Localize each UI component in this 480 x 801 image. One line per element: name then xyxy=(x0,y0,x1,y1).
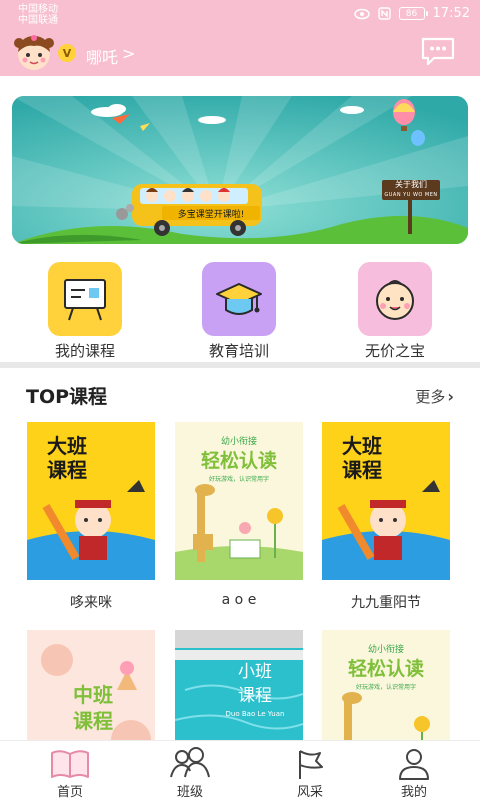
category-education-training[interactable]: 教育培训 xyxy=(184,262,294,361)
course-main-text: 轻松认读 xyxy=(200,450,277,472)
course-badge: 中班 课程 xyxy=(63,682,123,734)
course-thumbnail: 大班 课程 xyxy=(322,422,450,580)
course-thumbnail: 大班 课程 xyxy=(27,422,155,580)
eye-icon xyxy=(353,8,370,19)
carrier-2: 中国联通 xyxy=(18,15,58,26)
category-my-courses[interactable]: 我的课程 xyxy=(30,262,140,361)
about-us-pinyin: GUAN YU WO MEN xyxy=(384,192,438,198)
clock: 17:52 xyxy=(432,6,470,21)
nav-class[interactable]: 班级 xyxy=(142,741,238,801)
promo-banner[interactable]: 关于我们 GUAN YU WO MEN 多宝课堂开课啦! xyxy=(12,96,468,244)
category-label: 无价之宝 xyxy=(364,342,425,360)
category-tile xyxy=(202,262,276,336)
nav-label: 班级 xyxy=(176,785,203,800)
nfc-icon xyxy=(377,7,391,20)
nav-label: 风采 xyxy=(296,785,323,800)
category-priceless-treasure[interactable]: 无价之宝 xyxy=(340,262,450,361)
nav-showcase[interactable]: 风采 xyxy=(262,741,358,801)
nav-label: 我的 xyxy=(400,785,427,800)
course-main-text: 轻松认读 xyxy=(347,658,424,680)
course-title: 哆来咪 xyxy=(70,595,112,611)
course-sub-text: Duo Bao Le Yuan xyxy=(225,710,285,718)
vip-badge: V xyxy=(58,44,76,62)
course-sub-text: 好玩游戏，认识常用字 xyxy=(208,476,269,483)
more-link[interactable]: 更多 › xyxy=(415,386,454,407)
section-divider xyxy=(0,362,480,368)
course-main-line2: 课程 xyxy=(238,686,272,706)
banner-illustration xyxy=(12,96,468,244)
battery-level: 86 xyxy=(405,8,418,19)
bottom-navigation: 首页 班级 风采 我的 xyxy=(0,740,480,800)
nav-label: 首页 xyxy=(56,785,83,800)
about-us-sign[interactable]: 关于我们 GUAN YU WO MEN xyxy=(382,180,440,200)
category-label: 教育培训 xyxy=(208,342,269,360)
course-card[interactable]: 幼小衔接 轻松认读 好玩游戏，认识常用字 a o e xyxy=(175,422,303,608)
message-icon[interactable] xyxy=(420,36,456,66)
baby-face-icon xyxy=(376,280,414,320)
username[interactable]: 哪吒 xyxy=(86,44,118,68)
course-main-line1: 小班 xyxy=(238,662,272,682)
chevron-right-icon: › xyxy=(447,387,454,406)
course-card[interactable]: 大班 课程 九九重阳节 xyxy=(322,422,450,612)
course-card[interactable]: 大班 课程 哆来咪 xyxy=(27,422,155,612)
course-badge-line2: 课程 xyxy=(73,709,113,733)
more-label: 更多 xyxy=(415,388,446,406)
blackboard-icon xyxy=(64,279,106,321)
group-icon xyxy=(170,747,210,778)
course-badge-line2: 课程 xyxy=(47,458,87,482)
nav-home[interactable]: 首页 xyxy=(22,741,118,801)
course-badge-line1: 大班 xyxy=(342,434,382,458)
course-badge: 大班 课程 xyxy=(39,434,95,482)
course-main-text: 小班 课程 xyxy=(225,660,285,708)
carrier-info: 中国移动 中国联通 xyxy=(18,4,58,26)
flag-icon xyxy=(299,750,323,779)
category-tile xyxy=(358,262,432,336)
status-icons: 86 17:52 xyxy=(353,6,470,21)
category-label: 我的课程 xyxy=(54,342,115,360)
course-badge-line2: 课程 xyxy=(342,458,382,482)
course-badge-line1: 中班 xyxy=(73,683,113,707)
about-us-label: 关于我们 xyxy=(395,180,427,189)
battery-icon: 86 xyxy=(398,7,428,20)
course-badge: 大班 课程 xyxy=(334,434,390,482)
nav-profile[interactable]: 我的 xyxy=(366,741,462,801)
course-badge-line1: 大班 xyxy=(47,434,87,458)
section-title: TOP课程 xyxy=(26,386,108,408)
graduation-cap-icon xyxy=(216,283,262,315)
carrier-1: 中国移动 xyxy=(18,4,58,15)
bus-slogan: 多宝课堂开课啦! xyxy=(162,206,260,220)
book-icon xyxy=(51,750,89,778)
chevron-right-icon[interactable]: > xyxy=(122,44,135,63)
course-title: a o e xyxy=(221,592,257,608)
top-header: 中国移动 中国联通 86 17:52 V 哪吒 > xyxy=(0,0,480,76)
status-bar: 中国移动 中国联通 86 17:52 xyxy=(0,0,480,30)
category-tile xyxy=(48,262,122,336)
course-thumbnail: 幼小衔接 轻松认读 好玩游戏，认识常用字 xyxy=(175,422,303,580)
course-sub-text: 好玩游戏，认识常用字 xyxy=(355,684,416,691)
person-icon xyxy=(399,749,429,780)
avatar[interactable] xyxy=(12,32,56,72)
course-title: 九九重阳节 xyxy=(351,595,421,611)
